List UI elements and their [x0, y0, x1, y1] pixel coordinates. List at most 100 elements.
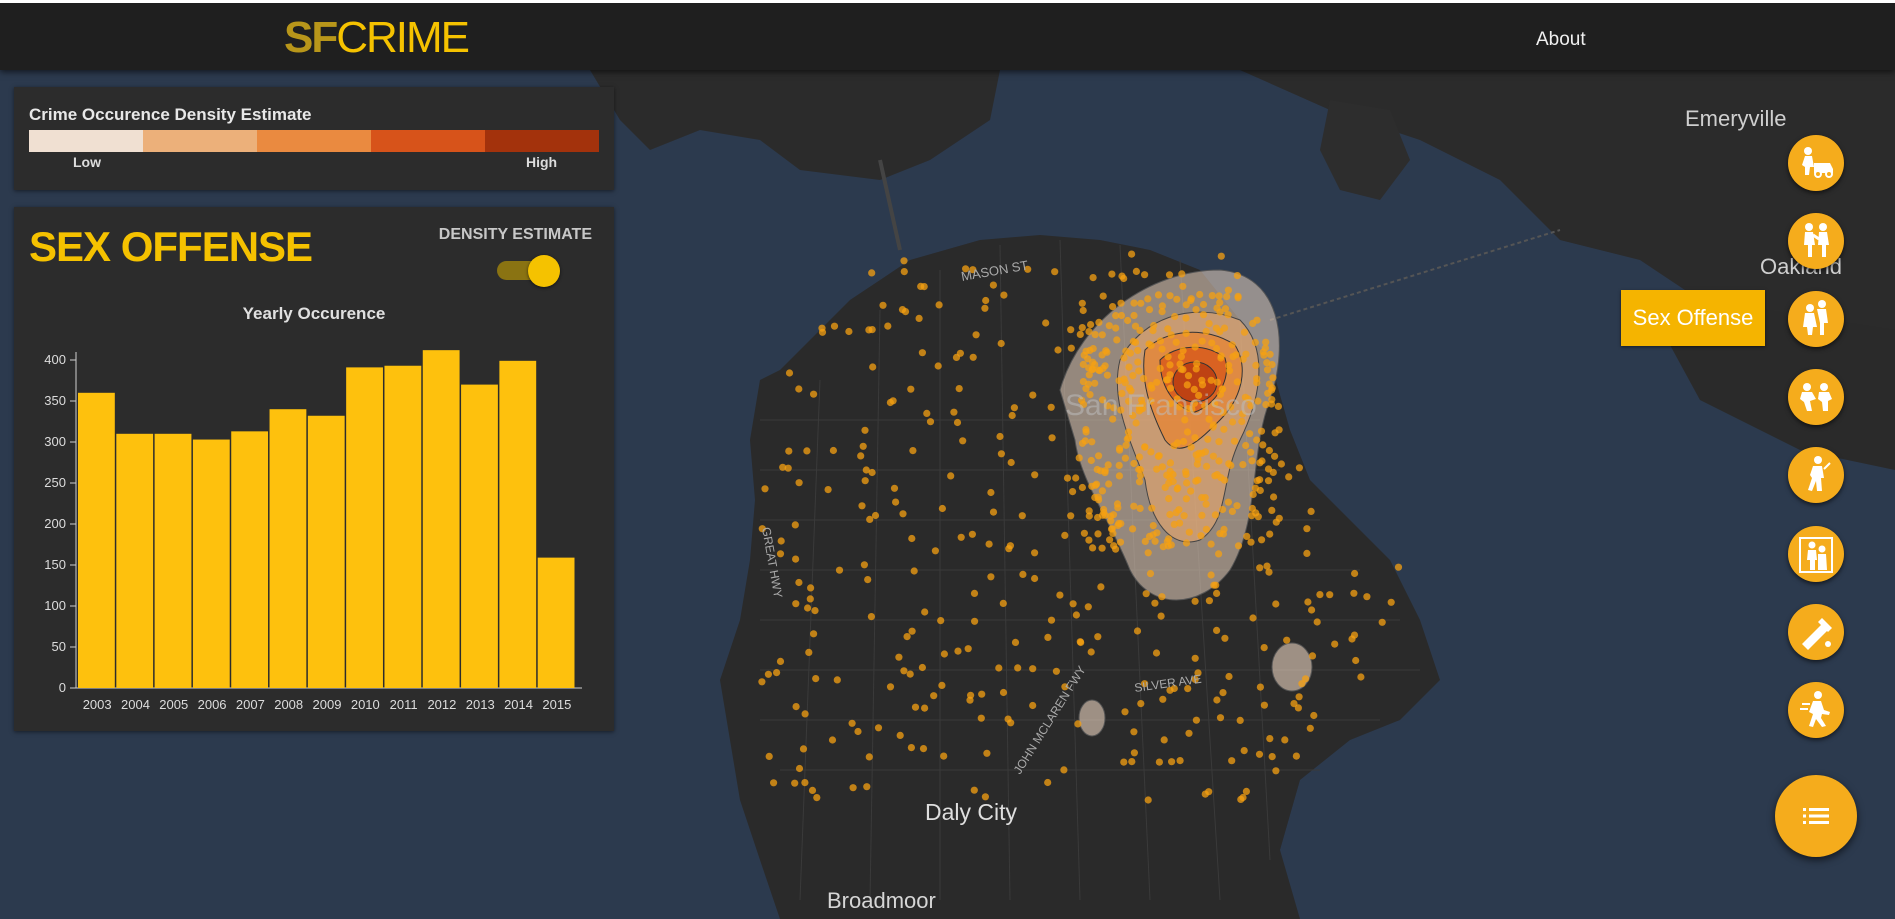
legend-title: Crime Occurence Density Estimate: [29, 105, 312, 124]
category-menu-button[interactable]: [1775, 775, 1857, 857]
crime-point: [1124, 428, 1133, 436]
crime-point: [758, 678, 766, 686]
crime-point: [1225, 672, 1233, 681]
crime-point: [1067, 344, 1075, 352]
crime-point: [1256, 564, 1264, 572]
category-larceny-button[interactable]: [1788, 682, 1844, 738]
crime-point: [1005, 545, 1013, 553]
crime-point: [1185, 528, 1193, 536]
crime-point: [1243, 532, 1251, 541]
crime-point: [1217, 252, 1225, 260]
crime-point: [810, 630, 818, 638]
category-vehicle-theft-button[interactable]: [1788, 135, 1844, 191]
crime-point: [792, 555, 800, 563]
crime-point: [1141, 537, 1149, 546]
crime-point: [1247, 538, 1255, 546]
bar-2013[interactable]: [461, 384, 498, 688]
crime-point: [1168, 758, 1176, 766]
category-sex-offense-button[interactable]: [1788, 291, 1844, 347]
crime-point: [1155, 758, 1163, 766]
crime-point: [1085, 536, 1093, 544]
crime-point: [1248, 504, 1256, 513]
crime-point: [1198, 449, 1206, 457]
category-vandalism-button[interactable]: [1788, 604, 1844, 660]
density-estimate-toggle[interactable]: [495, 254, 563, 287]
crime-point: [1078, 483, 1086, 492]
crime-point: [1130, 459, 1138, 468]
crime-point: [1123, 435, 1131, 443]
crime-point: [1108, 270, 1116, 278]
legend-swatch-2: [143, 130, 257, 152]
crime-point: [1085, 328, 1093, 336]
crime-point: [1061, 531, 1069, 540]
crime-point: [1018, 512, 1026, 520]
crime-category-title: SEX OFFENSE: [29, 223, 313, 270]
crime-point: [989, 508, 998, 516]
crime-point: [866, 515, 874, 524]
crime-point: [1105, 322, 1113, 330]
category-robbery-button[interactable]: [1788, 369, 1844, 425]
category-drug-button[interactable]: [1788, 447, 1844, 503]
crime-point: [1248, 512, 1256, 520]
bar-2003[interactable]: [78, 392, 115, 688]
crime-point: [1249, 614, 1257, 622]
x-tick-label: 2008: [274, 697, 303, 712]
crime-point: [1165, 271, 1174, 279]
crime-point: [1110, 542, 1118, 550]
crime-point: [1183, 381, 1191, 389]
crime-point: [1126, 349, 1134, 357]
crime-point: [1170, 442, 1178, 450]
bar-2010[interactable]: [346, 367, 383, 688]
crime-point: [999, 688, 1008, 697]
crime-point: [1122, 441, 1130, 449]
crime-point: [1162, 376, 1171, 384]
crime-point: [1118, 272, 1126, 280]
crime-point: [795, 385, 803, 393]
crime-point: [1044, 633, 1052, 642]
crime-point: [1105, 480, 1113, 488]
crime-point: [1125, 363, 1133, 371]
y-tick-label: 100: [44, 598, 66, 613]
crime-point: [1153, 378, 1161, 386]
bar-2005[interactable]: [154, 433, 192, 688]
bar-2007[interactable]: [231, 431, 269, 688]
bar-2012[interactable]: [422, 350, 460, 688]
bar-2006[interactable]: [192, 439, 230, 688]
bar-2004[interactable]: [116, 433, 154, 688]
crime-point: [776, 657, 785, 666]
crime-point: [1239, 793, 1247, 802]
crime-point: [1157, 612, 1165, 620]
crime-point: [1128, 758, 1136, 766]
crime-point: [1079, 378, 1087, 386]
map-label-emeryville: Emeryville: [1685, 106, 1786, 131]
category-burglary-button[interactable]: [1788, 526, 1844, 582]
crime-point: [1134, 358, 1142, 366]
about-link[interactable]: About: [1536, 29, 1586, 51]
crime-point: [1069, 600, 1077, 608]
crime-point: [900, 268, 908, 276]
crime-point: [1224, 498, 1232, 506]
bar-2008[interactable]: [269, 409, 307, 688]
crime-point: [1124, 316, 1132, 325]
bar-2011[interactable]: [384, 365, 422, 688]
bar-2015[interactable]: [537, 557, 575, 688]
crime-point: [1233, 502, 1241, 510]
crime-point: [1207, 571, 1215, 579]
bar-2009[interactable]: [307, 415, 345, 688]
crime-point: [1132, 267, 1140, 275]
crime-point: [1000, 291, 1008, 299]
crime-point: [1234, 292, 1242, 300]
crime-point: [1260, 351, 1268, 359]
crime-point: [966, 696, 974, 704]
crime-point: [784, 464, 792, 472]
crime-point: [1134, 346, 1142, 355]
app-logo[interactable]: SFCRIME: [284, 13, 470, 63]
crime-point: [981, 304, 989, 312]
crime-point: [978, 690, 986, 698]
category-assault-button[interactable]: [1788, 213, 1844, 269]
y-tick-label: 250: [44, 475, 66, 490]
crime-point: [818, 328, 827, 336]
crime-point: [867, 613, 876, 621]
crime-point: [1153, 529, 1161, 537]
bar-2014[interactable]: [499, 360, 537, 688]
